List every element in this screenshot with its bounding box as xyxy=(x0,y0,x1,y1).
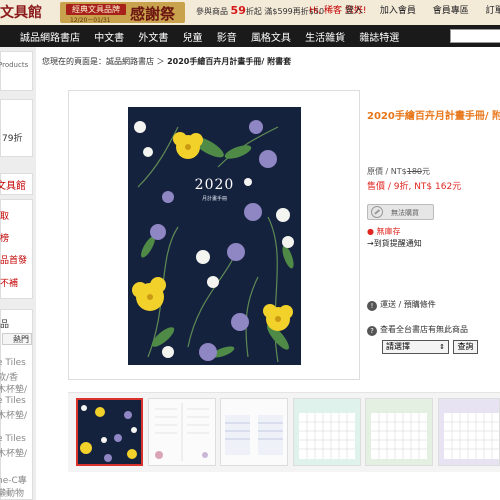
nav-item-foreign-books[interactable]: 外文書 xyxy=(138,33,168,44)
order-query-link[interactable]: 訂單查詢 xyxy=(486,6,500,16)
sidebar-line[interactable]: 木杯墊/ xyxy=(0,446,27,459)
sidebar-line[interactable]: e Tiles xyxy=(0,434,26,444)
thumbnail-cover-image xyxy=(78,400,141,464)
shipping-label: 運送 / 預購條件 xyxy=(380,300,436,309)
nav-item-stationery[interactable]: 風格文具 xyxy=(251,33,291,44)
sidebar-box-discount xyxy=(0,99,33,157)
sidebar-line[interactable]: 木杯墊/ xyxy=(0,408,27,421)
unavailable-label: 無法購買 xyxy=(391,209,419,217)
account-links: 登入 加入會員 會員專區 訂單查詢 xyxy=(345,3,500,16)
event-ribbon: 經典文具品牌 xyxy=(66,4,126,15)
breadcrumb-prefix[interactable]: 您現在的頁面是：誠品網路書店 ＞ xyxy=(42,57,165,66)
sidebar-line[interactable]: 文具館 xyxy=(0,177,26,192)
sidebar-tab-hot[interactable]: 熱門 xyxy=(2,333,32,345)
chevron-down-icon: ⇕ xyxy=(439,343,445,351)
store-check-label: 查看全台書店有無此商品 xyxy=(380,325,468,334)
search-input[interactable] xyxy=(450,29,500,43)
sidebar-line[interactable]: 木杯墊/ xyxy=(0,382,27,395)
thumbnail-calendar-lilac-image xyxy=(439,399,499,465)
breadcrumb-current: 2020手繪百卉月計畫手冊/ 附書套 xyxy=(167,57,292,66)
promo-prefix: 參與商品 xyxy=(196,7,228,16)
sidebar-line[interactable]: ne-C專 xyxy=(0,473,27,486)
nav-item-chinese-books[interactable]: 中文書 xyxy=(94,33,124,44)
floral-illustration xyxy=(132,120,294,363)
sidebar-line: Products xyxy=(0,61,29,69)
info-icon: ! xyxy=(367,301,377,311)
sidebar-line: 品 xyxy=(0,320,10,330)
login-link[interactable]: 登入 xyxy=(345,6,363,16)
shipping-info-link[interactable]: ! 運送 / 預購條件 xyxy=(367,299,436,311)
store-select-value: 請選擇 xyxy=(386,342,410,351)
breadcrumb: 您現在的頁面是：誠品網路書店 ＞ 2020手繪百卉月計畫手冊/ 附書套 xyxy=(42,56,291,67)
nav-item-media[interactable]: 影音 xyxy=(217,33,237,44)
sidebar-line[interactable]: 不補 xyxy=(0,276,18,289)
sidebar-line[interactable]: 品首發 xyxy=(0,253,27,266)
sidebar-line[interactable]: 取 xyxy=(0,209,9,222)
sidebar-box-products xyxy=(0,51,33,91)
top-promo-bar: 文具館 經典文具品牌 12/20－01/31 感謝祭 參與商品 59折起 滿$5… xyxy=(0,0,500,25)
thumbnail-calendar-green-image xyxy=(366,399,432,465)
event-title: 感謝祭 xyxy=(130,5,176,23)
left-sidebar xyxy=(0,47,36,500)
thumbnail-monthplan-image xyxy=(221,399,287,465)
sidebar-line[interactable]: e Tiles xyxy=(0,396,26,406)
store-availability-link[interactable]: ? 查看全台書店有無此商品 xyxy=(367,324,468,336)
sidebar-line[interactable]: 懶動物 xyxy=(0,486,24,499)
restock-notify-link[interactable]: →到貨提醒通知 xyxy=(367,238,422,249)
product-cover-image[interactable]: 2020 月計畫手冊 xyxy=(128,107,301,365)
query-button[interactable]: 查詢 xyxy=(453,340,478,354)
cover-year: 2020 xyxy=(194,177,235,193)
sale-price: 售價 / 9折, NT$ 162元 xyxy=(367,182,462,192)
thumbnail-5[interactable] xyxy=(365,398,433,466)
unavailable-button[interactable]: 無法購買 xyxy=(367,204,434,220)
thumbnail-4[interactable] xyxy=(293,398,361,466)
original-price-value: 180 xyxy=(406,167,423,176)
nav-item-eslite-online[interactable]: 誠品網路書店 xyxy=(20,33,80,44)
sidebar-line[interactable]: 79折 xyxy=(2,131,22,144)
nav-item-lifestyle[interactable]: 生活雜貨 xyxy=(305,33,345,44)
nav-item-magazines[interactable]: 雜誌特選 xyxy=(359,33,399,44)
thumbnail-6[interactable] xyxy=(438,398,500,466)
prohibited-icon xyxy=(371,206,383,218)
original-price-label: 原價 / NT$ xyxy=(367,167,407,176)
promo-text[interactable]: 參與商品 59折起 滿$599再折$50 xyxy=(196,4,324,17)
product-title: 2020手繪百卉月計畫手冊/ 附 xyxy=(367,111,500,122)
event-dates: 12/20－01/31 xyxy=(70,17,111,24)
member-area-link[interactable]: 會員專區 xyxy=(433,6,469,16)
sidebar-line[interactable]: e Tiles xyxy=(0,358,26,368)
page-root: 文具館 經典文具品牌 12/20－01/31 感謝祭 參與商品 59折起 滿$5… xyxy=(0,0,500,500)
thumbnail-calendar-mint-image xyxy=(294,399,360,465)
stock-status: ● 無庫存 xyxy=(367,227,401,236)
thumbnail-1[interactable] xyxy=(76,398,143,466)
register-link[interactable]: 加入會員 xyxy=(380,6,416,16)
cover-subtitle: 月計畫手冊 xyxy=(201,196,227,202)
store-select[interactable]: 請選擇 ⇕ xyxy=(382,340,449,354)
category-nav: 誠品網路書店 中文書 外文書 兒童 影音 風格文具 生活雜貨 雜誌特選 xyxy=(0,25,500,47)
original-price-suffix: 元 xyxy=(422,167,431,176)
help-icon: ? xyxy=(367,326,377,336)
thumbnail-yearplan-image xyxy=(149,399,215,465)
event-banner[interactable]: 經典文具品牌 12/20－01/31 感謝祭 xyxy=(60,2,185,24)
nav-item-children[interactable]: 兒童 xyxy=(183,33,203,44)
sidebar-line[interactable]: 榜 xyxy=(0,231,9,244)
promo-suffix: 折起 xyxy=(245,7,262,16)
original-price: 原價 / NT$180元 xyxy=(367,166,430,177)
site-logo-fragment[interactable]: 文具館 xyxy=(0,2,42,22)
thumbnail-2[interactable] xyxy=(148,398,216,466)
thumbnail-3[interactable] xyxy=(220,398,288,466)
promo-discount: 59 xyxy=(230,4,246,17)
